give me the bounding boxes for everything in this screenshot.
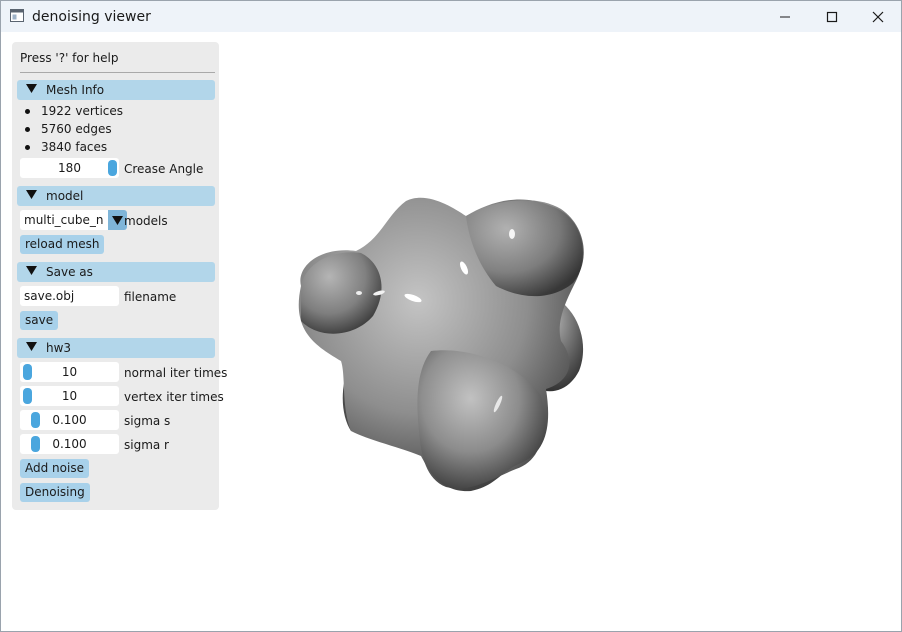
app-window: denoising viewer Press '?' for help Mesh… xyxy=(0,0,902,632)
minimize-button[interactable] xyxy=(762,1,808,32)
face-count: 3840 faces xyxy=(41,140,108,154)
divider xyxy=(20,72,215,73)
vertex-iter-value: 10 xyxy=(61,389,78,403)
sigma-r-slider[interactable]: 0.100 xyxy=(20,434,119,454)
hw3-title: hw3 xyxy=(46,341,72,355)
slider-handle[interactable] xyxy=(23,364,32,380)
save-as-title: Save as xyxy=(46,265,93,279)
hw3-header[interactable]: hw3 xyxy=(17,338,215,358)
model-title: model xyxy=(46,189,84,203)
vertex-iter-slider[interactable]: 10 xyxy=(20,386,119,406)
close-button[interactable] xyxy=(855,1,901,32)
bullet-icon xyxy=(25,145,30,150)
control-panel: Press '?' for help Mesh Info 1922 vertic… xyxy=(12,42,227,510)
edge-count: 5760 edges xyxy=(41,122,112,136)
crease-angle-slider[interactable]: 180 xyxy=(20,158,119,178)
crease-angle-value: 180 xyxy=(58,161,81,175)
triangle-down-icon xyxy=(112,216,123,225)
slider-handle[interactable] xyxy=(31,412,40,428)
sigma-s-label: sigma s xyxy=(124,414,171,428)
sigma-r-label: sigma r xyxy=(124,438,169,452)
model-select[interactable]: multi_cube_noise xyxy=(20,210,127,230)
triangle-down-icon xyxy=(26,84,37,93)
minimize-icon xyxy=(780,16,790,18)
window-title: denoising viewer xyxy=(32,9,151,25)
model-header[interactable]: model xyxy=(17,186,215,206)
normal-iter-value: 10 xyxy=(61,365,78,379)
vertex-iter-label: vertex iter times xyxy=(124,390,224,404)
crease-angle-label: Crease Angle xyxy=(124,162,204,176)
normal-iter-label: normal iter times xyxy=(124,366,228,380)
slider-handle[interactable] xyxy=(23,388,32,404)
triangle-down-icon xyxy=(26,342,37,351)
help-hint: Press '?' for help xyxy=(20,51,119,65)
bullet-icon xyxy=(25,109,30,114)
filename-value: save.obj xyxy=(24,289,75,303)
normal-iter-slider[interactable]: 10 xyxy=(20,362,119,382)
mesh-info-header[interactable]: Mesh Info xyxy=(17,80,215,100)
models-label: models xyxy=(124,214,168,228)
model-select-value: multi_cube_noise xyxy=(24,213,104,227)
vertex-count: 1922 vertices xyxy=(41,104,124,118)
save-button[interactable]: save xyxy=(20,311,59,330)
reload-mesh-button[interactable]: reload mesh xyxy=(20,235,105,254)
app-icon xyxy=(10,9,24,22)
mesh-info-title: Mesh Info xyxy=(46,83,105,97)
triangle-down-icon xyxy=(26,266,37,275)
close-icon xyxy=(872,11,884,23)
denoising-button[interactable]: Denoising xyxy=(20,483,90,502)
triangle-down-icon xyxy=(26,190,37,199)
sigma-s-slider[interactable]: 0.100 xyxy=(20,410,119,430)
filename-input[interactable]: save.obj xyxy=(20,286,119,306)
maximize-icon xyxy=(826,11,838,23)
bullet-icon xyxy=(25,127,30,132)
slider-handle[interactable] xyxy=(31,436,40,452)
slider-handle[interactable] xyxy=(108,160,117,176)
filename-label: filename xyxy=(124,290,177,304)
maximize-button[interactable] xyxy=(809,1,855,32)
save-as-header[interactable]: Save as xyxy=(17,262,215,282)
title-bar[interactable]: denoising viewer xyxy=(1,1,901,32)
add-noise-button[interactable]: Add noise xyxy=(20,459,89,478)
